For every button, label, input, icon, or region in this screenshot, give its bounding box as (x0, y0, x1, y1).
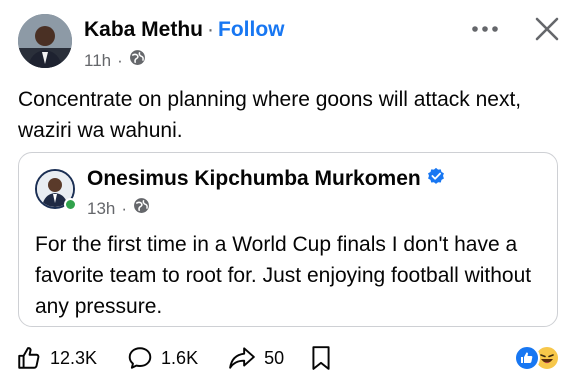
time-separator: · (117, 50, 123, 70)
comment-icon (128, 347, 152, 369)
reaction-summary[interactable] (514, 343, 564, 373)
share-button[interactable]: 50 (228, 345, 284, 371)
shared-post-card[interactable]: Onesimus Kipchumba Murkomen 13h · For th… (18, 152, 558, 327)
comment-count: 1.6K (161, 347, 199, 368)
save-button[interactable] (310, 345, 332, 371)
share-icon (229, 347, 255, 369)
shared-author-name[interactable]: Onesimus Kipchumba Murkomen (87, 165, 421, 193)
verified-badge-icon (427, 165, 445, 193)
action-bar: 12.3K 1.6K 50 (16, 340, 396, 376)
shared-post-text: For the first time in a World Cup finals… (35, 233, 532, 318)
globe-icon (133, 197, 150, 220)
follow-button[interactable]: Follow (218, 18, 285, 41)
more-options-button[interactable] (466, 14, 504, 44)
author-line: Kaba Methu · Follow (84, 16, 285, 44)
globe-icon (129, 49, 146, 72)
shared-post-meta: 13h · (87, 197, 150, 220)
like-button[interactable]: 12.3K (16, 345, 97, 371)
time-separator: · (121, 198, 128, 218)
share-count: 50 (264, 347, 285, 368)
bookmark-icon (312, 346, 330, 370)
comment-button[interactable]: 1.6K (127, 345, 198, 371)
shared-post-time[interactable]: 13h (87, 198, 115, 220)
more-icon (472, 26, 498, 32)
author-name[interactable]: Kaba Methu (84, 18, 203, 41)
separator-dot: · (207, 18, 215, 41)
like-reaction-icon (514, 345, 540, 371)
post-time[interactable]: 11h (84, 50, 111, 72)
author-avatar[interactable] (18, 14, 72, 68)
post: Kaba Methu · Follow 11h · Concentrate on p… (0, 0, 576, 386)
close-button[interactable] (530, 12, 564, 46)
shared-author-avatar[interactable] (35, 169, 77, 211)
like-count: 12.3K (50, 347, 98, 368)
post-meta: 11h · (84, 49, 146, 72)
close-icon (535, 17, 559, 41)
post-text: Concentrate on planning where goons will… (18, 88, 522, 142)
shared-author-line: Onesimus Kipchumba Murkomen (87, 165, 445, 193)
online-status-dot (64, 198, 77, 211)
thumbs-up-icon (18, 347, 40, 369)
